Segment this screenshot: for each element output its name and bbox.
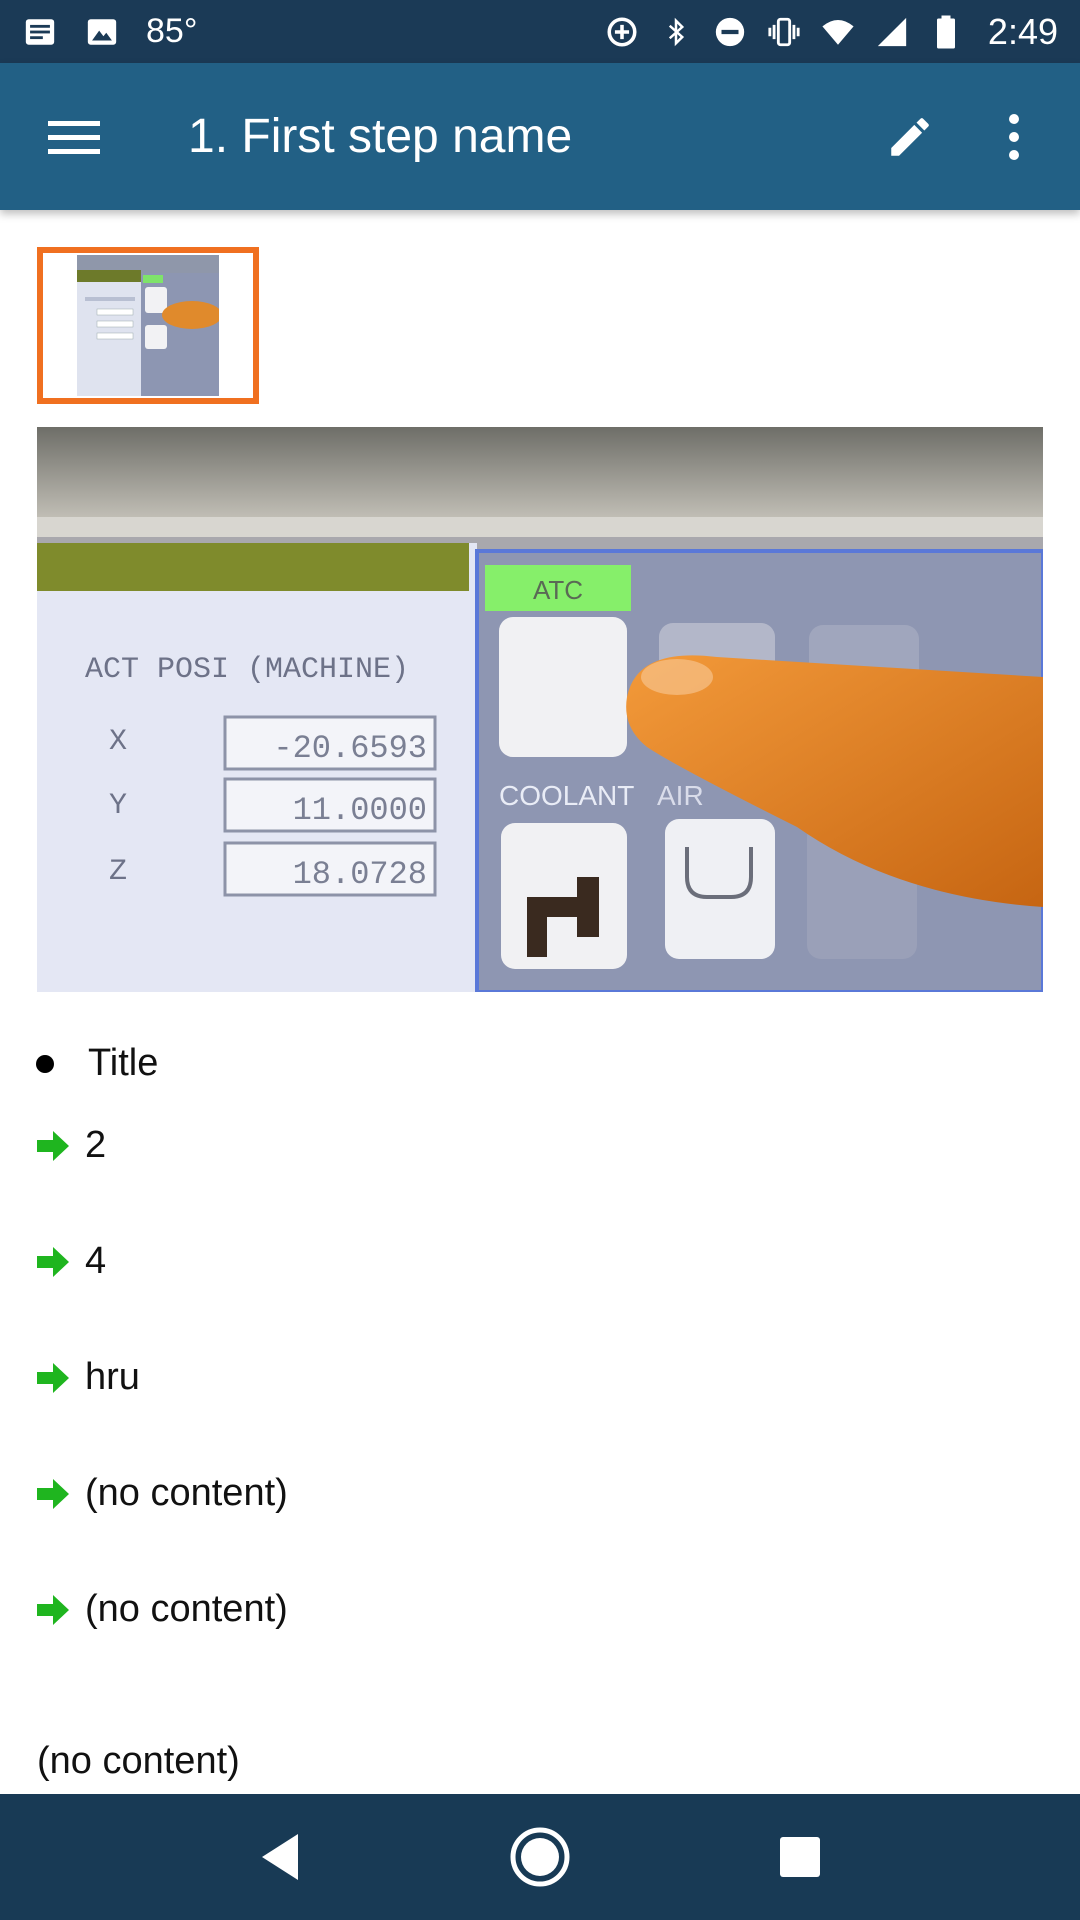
app-bar: 1. First step name <box>0 63 1080 210</box>
temperature-text: 85° <box>146 12 198 50</box>
photo-label-z: Z <box>109 855 127 889</box>
arrow-right-icon <box>37 1594 69 1625</box>
arrow-right-icon <box>37 1362 69 1393</box>
arrow-right-icon <box>37 1130 69 1161</box>
machine-panel-photo: ACT POSI (MACHINE) X Y Z -20.6593 11.000… <box>37 427 1043 992</box>
data-saver-icon <box>604 14 640 50</box>
wifi-icon <box>820 14 856 50</box>
list-item-text: 2 <box>85 1124 107 1166</box>
vibrate-icon <box>766 14 802 50</box>
photo-label-atc: ATC <box>533 575 583 605</box>
status-bar: 85° 2:49 <box>0 0 1080 63</box>
home-icon <box>510 1827 570 1887</box>
list-item-text: (no content) <box>85 1472 288 1514</box>
menu-button[interactable] <box>38 101 110 173</box>
menu-icon <box>48 120 100 154</box>
list-item[interactable]: 2 <box>37 1124 106 1167</box>
arrow-right-icon <box>37 1478 69 1509</box>
battery-icon <box>928 14 964 50</box>
home-button[interactable] <box>500 1817 580 1897</box>
bluetooth-icon <box>658 14 694 50</box>
photo-value-z: 18.0728 <box>293 856 427 893</box>
list-item[interactable]: hru <box>37 1356 140 1399</box>
list-item[interactable]: (no content) <box>37 1588 288 1631</box>
photo-label-x: X <box>109 725 127 759</box>
edit-icon <box>891 117 929 156</box>
photo-label-act-posi: ACT POSI (MACHINE) <box>85 653 409 687</box>
thumbnail-image <box>77 255 219 396</box>
photo-value-x: -20.6593 <box>273 730 427 767</box>
recents-icon <box>780 1837 820 1877</box>
do-not-disturb-icon <box>712 14 748 50</box>
list-item-text: 4 <box>85 1240 107 1282</box>
list-item-title: Title <box>36 1042 158 1085</box>
list-item-text: hru <box>85 1356 140 1398</box>
image-thumbnail-selected[interactable] <box>37 247 259 404</box>
photo-label-air: AIR <box>657 780 704 811</box>
system-nav-bar <box>0 1794 1080 1920</box>
title-text: Title <box>88 1042 159 1084</box>
step-main-image[interactable]: ACT POSI (MACHINE) X Y Z -20.6593 11.000… <box>37 427 1043 992</box>
bullet-icon <box>36 1054 54 1073</box>
clock: 2:49 <box>987 10 1058 52</box>
edit-button[interactable] <box>874 101 946 173</box>
notes-icon <box>22 14 58 50</box>
footer-text: (no content) <box>37 1740 240 1782</box>
more-options-button[interactable] <box>978 101 1050 173</box>
signal-icon <box>874 14 910 50</box>
image-icon <box>84 14 120 50</box>
back-button[interactable] <box>240 1817 320 1897</box>
back-icon <box>262 1834 298 1880</box>
arrow-right-icon <box>37 1246 69 1277</box>
list-item-text: (no content) <box>85 1588 288 1630</box>
list-item[interactable]: 4 <box>37 1240 106 1283</box>
photo-label-y: Y <box>109 789 127 823</box>
more-vert-icon <box>1009 113 1019 160</box>
photo-value-y: 11.0000 <box>293 792 427 829</box>
photo-label-coolant: COOLANT <box>499 780 634 811</box>
list-item[interactable]: (no content) <box>37 1472 288 1515</box>
page-title: 1. First step name <box>188 110 573 163</box>
recents-button[interactable] <box>760 1817 840 1897</box>
